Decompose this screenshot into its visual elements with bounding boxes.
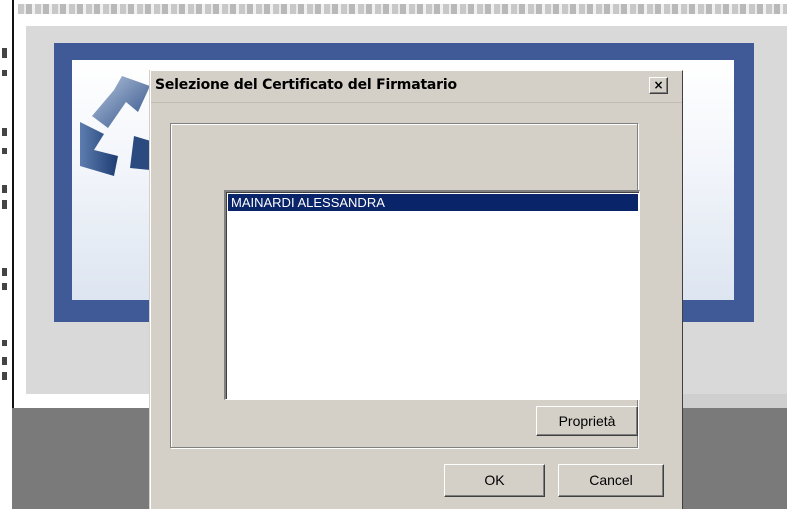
screen: Selezione del Certificato del Firmatario… — [0, 0, 787, 509]
close-icon[interactable]: × — [649, 77, 668, 94]
background-strip — [680, 394, 787, 408]
background-text-line — [18, 4, 787, 14]
dialog-titlebar[interactable]: Selezione del Certificato del Firmatario… — [151, 71, 682, 103]
dialog-title: Selezione del Certificato del Firmatario — [155, 77, 457, 93]
certificate-list-item[interactable]: MAINARDI ALESSANDRA — [228, 194, 638, 211]
properties-button[interactable]: Proprietà — [536, 406, 638, 436]
certificate-selection-dialog: Selezione del Certificato del Firmatario… — [150, 70, 683, 509]
certificate-list[interactable]: MAINARDI ALESSANDRA — [224, 190, 640, 400]
cancel-button[interactable]: Cancel — [558, 464, 664, 497]
ok-button[interactable]: OK — [444, 464, 545, 497]
